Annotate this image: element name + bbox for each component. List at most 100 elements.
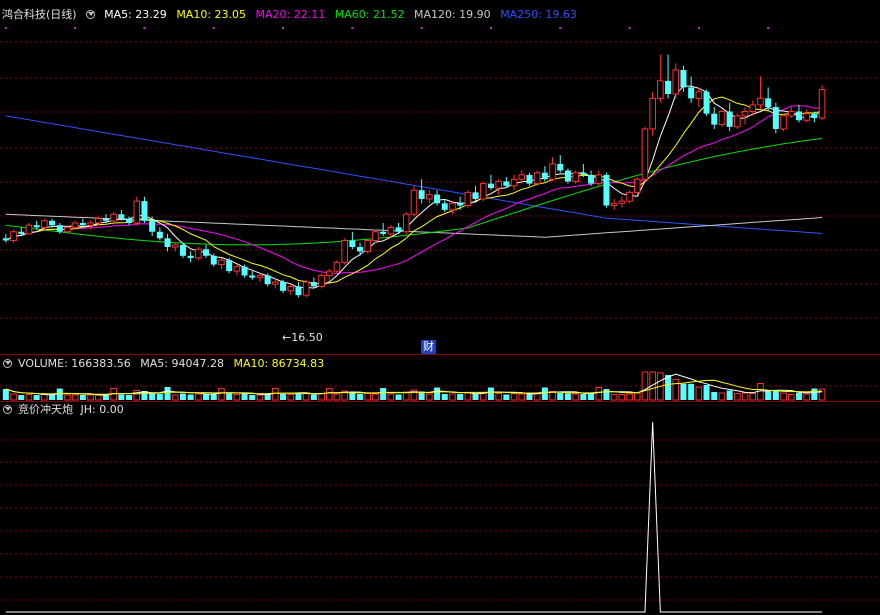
volume-bar-down: [765, 391, 772, 400]
volume-bar-down: [179, 393, 186, 400]
candle-body-up: [426, 194, 433, 200]
event-dot: [628, 27, 631, 29]
candle-body-down: [241, 266, 248, 276]
volume-bar-up: [41, 394, 48, 401]
dropdown-icon[interactable]: [3, 404, 12, 414]
volume-panel-header: VOLUME: 166383.56 MA5: 94047.28 MA10: 86…: [0, 356, 330, 372]
candle-body-down: [680, 69, 687, 88]
candle-body-up: [464, 191, 472, 206]
volume-bar-down: [603, 389, 610, 400]
ma20-label: MA20: 22.11: [255, 8, 326, 21]
volume-bar-up: [718, 392, 726, 401]
volume-bar-down: [557, 393, 564, 400]
volume-bar-up: [94, 394, 102, 401]
candle-body-down: [665, 80, 672, 94]
candle-body-down: [472, 192, 479, 199]
event-dot: [351, 27, 354, 29]
candle-body-up: [818, 89, 826, 119]
volume-bar-up: [549, 391, 556, 401]
candle-body-down: [580, 172, 587, 175]
finance-badge[interactable]: 财: [421, 340, 436, 354]
ma10-label: MA10: 23.05: [176, 8, 247, 21]
volume-bar-down: [102, 395, 109, 400]
candle-body-down: [141, 201, 148, 221]
candle-body-up: [633, 178, 641, 193]
candle-body-down: [457, 203, 464, 206]
candle-body-up: [479, 183, 487, 200]
volume-bar-down: [210, 394, 217, 400]
candle-body-up: [10, 231, 17, 241]
candle-body-down: [603, 174, 610, 206]
candle-body-up: [318, 274, 325, 287]
volume-bar-down: [811, 388, 818, 400]
dropdown-icon[interactable]: [3, 358, 12, 368]
candle-body-up: [787, 110, 795, 117]
volume-bar-down: [680, 383, 687, 400]
indicator-title: 竞价冲天炮: [18, 403, 73, 416]
volume-bar-up: [364, 393, 372, 401]
volume-bar-up: [318, 393, 325, 401]
candle-body-up: [94, 218, 102, 224]
candle-body-down: [380, 231, 387, 234]
volume-bar-up: [595, 387, 603, 401]
volume-bar-up: [749, 393, 757, 401]
volume-bar-up: [633, 392, 641, 401]
candle-body-up: [41, 220, 48, 228]
volume-bar-down: [526, 394, 533, 400]
volume-bar-up: [803, 393, 810, 401]
candle-body-down: [249, 275, 256, 278]
volume-bar-down: [349, 393, 356, 400]
volume-bar-up: [387, 393, 395, 401]
candle-body-up: [803, 113, 810, 121]
volume-bar-up: [133, 390, 141, 401]
candle-body-up: [287, 285, 295, 292]
candle-body-up: [626, 191, 633, 202]
candle-body-down: [795, 111, 802, 121]
volume-bar-up: [641, 371, 649, 401]
volume-bar-up: [572, 393, 579, 401]
volume-bar-down: [187, 394, 194, 400]
volume-bar-down: [564, 393, 571, 400]
indicator-panel-header: 竞价冲天炮 JH: 0.00: [0, 402, 130, 418]
candle-body-up: [657, 80, 664, 99]
candle-body-down: [418, 190, 425, 199]
event-dot: [212, 27, 215, 29]
candle-body-down: [564, 170, 571, 182]
volume-bar-down: [226, 393, 233, 400]
volume-bar-up: [449, 393, 456, 401]
candle-body-up: [71, 222, 79, 228]
candle-body-up: [757, 97, 764, 106]
volume-bar-down: [726, 390, 733, 400]
volume-bar-up: [695, 386, 703, 401]
candle-body-down: [711, 113, 718, 125]
volume-bar-down: [2, 389, 9, 400]
candle-body-up: [402, 213, 410, 233]
candle-body-down: [310, 282, 317, 287]
volume-bar-up: [464, 392, 472, 401]
candle-body-down: [33, 225, 40, 228]
volume-bar-down: [164, 387, 171, 400]
stock-title: 鸿合科技(日线): [2, 8, 77, 21]
indicator-jh: JH: 0.00: [80, 403, 124, 416]
candle-body-up: [734, 115, 741, 128]
volume-bar-down: [33, 395, 40, 400]
event-dot: [489, 27, 492, 29]
dropdown-icon[interactable]: [85, 9, 95, 19]
volume-bar-down: [118, 394, 125, 400]
candle-body-down: [557, 163, 564, 171]
volume-bar-down: [357, 394, 364, 400]
candle-body-up: [518, 174, 526, 180]
candle-body-down: [164, 238, 171, 248]
volume-bar-up: [195, 393, 202, 401]
volume-bar-down: [380, 388, 387, 400]
candle-body-down: [156, 231, 163, 239]
volume-bar-up: [734, 393, 741, 401]
chart-canvas[interactable]: [0, 0, 880, 615]
jh-indicator-line: [5, 421, 823, 613]
volume-bar-down: [434, 387, 441, 400]
volume-bar-up: [64, 394, 71, 401]
volume-bar-up: [518, 393, 526, 401]
candle-body-up: [695, 91, 703, 99]
candle-body-down: [811, 113, 818, 119]
candle-body-up: [341, 239, 348, 263]
